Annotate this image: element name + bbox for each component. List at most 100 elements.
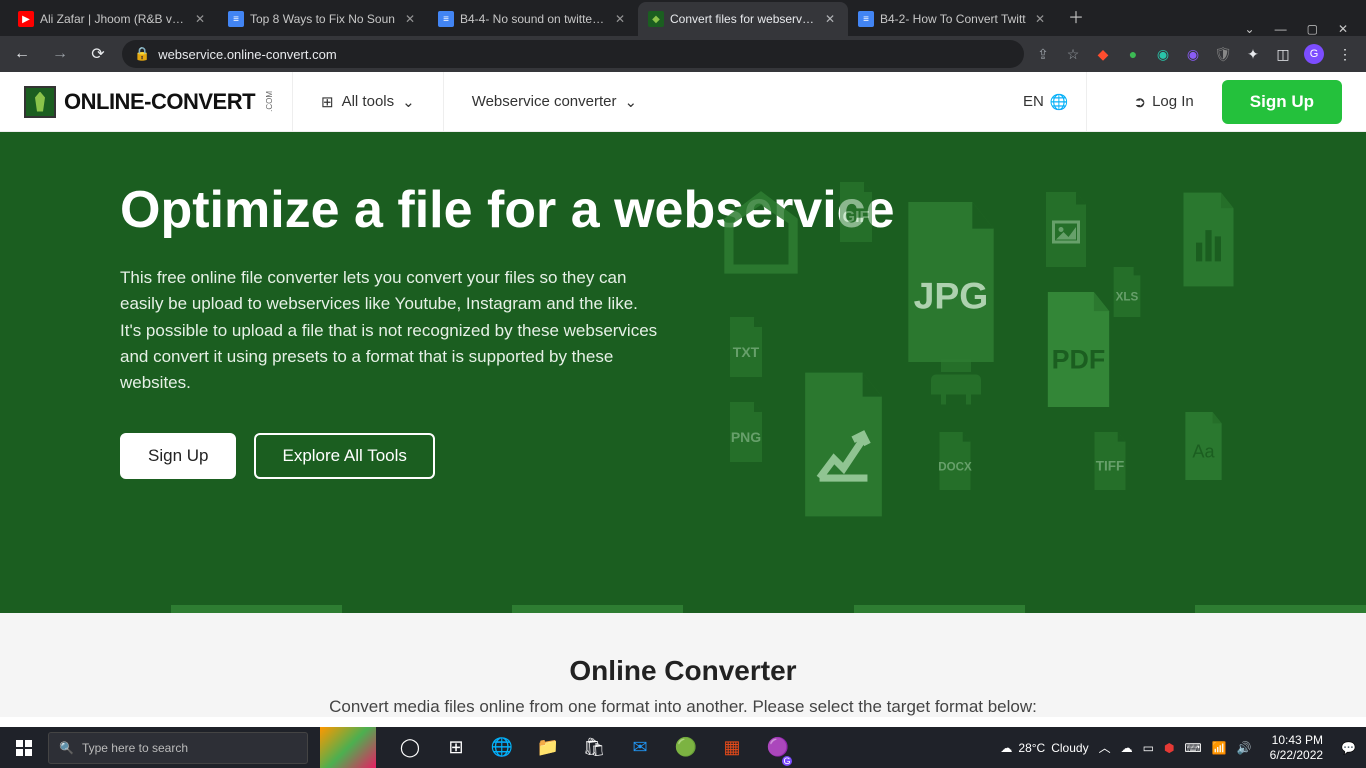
printer-icon	[926, 352, 986, 412]
globe-icon: 🌐	[1050, 93, 1069, 111]
youtube-icon: ▶	[18, 11, 34, 27]
tab-title: Ali Zafar | Jhoom (R&B versi	[40, 12, 186, 26]
svg-text:JPG: JPG	[914, 275, 989, 317]
onedrive-icon[interactable]: ☁	[1121, 741, 1133, 755]
shield-icon[interactable]: 🛡	[1214, 45, 1232, 63]
taskbar-search[interactable]: 🔍 Type here to search	[48, 732, 308, 764]
tab-0[interactable]: ▶ Ali Zafar | Jhoom (R&B versi ✕	[8, 2, 218, 36]
signup-button[interactable]: Sign Up	[1222, 80, 1342, 124]
edge-icon[interactable]: 🌐	[480, 727, 524, 768]
hero-explore-button[interactable]: Explore All Tools	[254, 433, 434, 479]
tab-title: Top 8 Ways to Fix No Soun	[250, 12, 396, 26]
omnibox[interactable]: 🔒 webservice.online-convert.com	[122, 40, 1024, 68]
bookmark-icon[interactable]: ☆	[1064, 45, 1082, 63]
divider	[443, 72, 444, 132]
nav-webservice[interactable]: Webservice converter ⌄	[462, 93, 647, 111]
close-icon[interactable]: ✕	[1032, 11, 1048, 27]
docs-icon: ≡	[228, 11, 244, 27]
nav-all-tools[interactable]: ⊞ All tools ⌄	[311, 93, 425, 111]
chrome2-icon[interactable]: 🟣G	[756, 727, 800, 768]
svg-text:TXT: TXT	[733, 344, 760, 360]
taskbar-widget-icon[interactable]	[320, 727, 376, 768]
tab-4[interactable]: ≡ B4-2- How To Convert Twitt ✕	[848, 2, 1058, 36]
weather-widget[interactable]: ☁ 28°C Cloudy	[1000, 741, 1088, 755]
tab-3[interactable]: ◆ Convert files for webservices ✕	[638, 2, 848, 36]
chevron-down-icon[interactable]: ⌄	[1245, 22, 1255, 36]
office-icon[interactable]: ▦	[710, 727, 754, 768]
login-icon: ➲	[1133, 93, 1146, 111]
logo-text: ONLINE-CONVERT	[64, 89, 255, 115]
page-content: ONLINE-CONVERT .COM ⊞ All tools ⌄ Webser…	[0, 72, 1366, 727]
system-tray: ☁ 28°C Cloudy ︿ ☁ ▭ ⬢ ⌨ 📶 🔊 10:43 PM 6/2…	[1000, 733, 1366, 762]
chevron-down-icon: ⌄	[624, 93, 637, 111]
section-body: Convert media files online from one form…	[0, 697, 1366, 717]
ext-teal-icon[interactable]: ◉	[1154, 45, 1172, 63]
hero-body: This free online file converter lets you…	[120, 265, 660, 397]
profile-icon[interactable]: G	[1304, 44, 1324, 64]
clock[interactable]: 10:43 PM 6/22/2022	[1262, 733, 1331, 762]
reload-button[interactable]: ⟳	[84, 40, 112, 68]
sidepanel-icon[interactable]: ◫	[1274, 45, 1292, 63]
docs-icon: ≡	[858, 11, 874, 27]
tab-1[interactable]: ≡ Top 8 Ways to Fix No Soun ✕	[218, 2, 428, 36]
close-icon[interactable]: ✕	[822, 11, 838, 27]
new-tab-button[interactable]: ＋	[1062, 2, 1090, 30]
weather-cond: Cloudy	[1051, 741, 1088, 755]
share-icon[interactable]: ⇪	[1034, 45, 1052, 63]
ext-red-icon[interactable]: ◆	[1094, 45, 1112, 63]
browser-tabs: ▶ Ali Zafar | Jhoom (R&B versi ✕ ≡ Top 8…	[8, 2, 1227, 36]
notifications-icon[interactable]: 💬	[1341, 741, 1356, 755]
svg-text:TIFF: TIFF	[1096, 459, 1125, 474]
maximize-icon[interactable]: ▢	[1307, 22, 1318, 36]
color-divider	[0, 605, 1366, 613]
extension-icons: ⇪ ☆ ◆ ● ◉ ◉ 🛡 ✦ ◫ G ⋮	[1034, 44, 1358, 64]
forward-button[interactable]: →	[46, 40, 74, 68]
menu-icon[interactable]: ⋮	[1336, 45, 1354, 63]
docs-icon: ≡	[438, 11, 454, 27]
site-logo[interactable]: ONLINE-CONVERT .COM	[24, 86, 274, 118]
lock-icon: 🔒	[134, 46, 150, 62]
keyboard-icon[interactable]: ⌨	[1184, 741, 1201, 755]
close-window-icon[interactable]: ✕	[1338, 22, 1348, 36]
meet-icon[interactable]: ▭	[1143, 741, 1154, 755]
explorer-icon[interactable]: 📁	[526, 727, 570, 768]
chrome-icon[interactable]: 🟢	[664, 727, 708, 768]
hero-signup-button[interactable]: Sign Up	[120, 433, 236, 479]
mail-icon[interactable]: ✉	[618, 727, 662, 768]
below-fold: Online Converter Convert media files onl…	[0, 613, 1366, 717]
ext-green-icon[interactable]: ●	[1124, 45, 1142, 63]
url-text: webservice.online-convert.com	[158, 47, 336, 62]
extensions-icon[interactable]: ✦	[1244, 45, 1262, 63]
close-icon[interactable]: ✕	[192, 11, 208, 27]
nav-label: All tools	[342, 93, 395, 110]
language-selector[interactable]: EN 🌐	[1023, 93, 1069, 111]
chevron-up-icon[interactable]: ︿	[1099, 739, 1111, 756]
close-icon[interactable]: ✕	[402, 11, 418, 27]
cortana-icon[interactable]: ◯	[388, 727, 432, 768]
chevron-down-icon: ⌄	[402, 93, 415, 111]
address-bar: ← → ⟳ 🔒 webservice.online-convert.com ⇪ …	[0, 36, 1366, 72]
file-chart-icon	[1171, 192, 1246, 287]
volume-icon[interactable]: 🔊	[1237, 741, 1252, 755]
wifi-icon[interactable]: 📶	[1212, 741, 1227, 755]
ext-purple-icon[interactable]: ◉	[1184, 45, 1202, 63]
security-icon[interactable]: ⬢	[1164, 741, 1174, 755]
site-header: ONLINE-CONVERT .COM ⊞ All tools ⌄ Webser…	[0, 72, 1366, 132]
file-txt-icon: TXT	[721, 317, 771, 377]
minimize-icon[interactable]: ―	[1275, 22, 1287, 36]
logo-mark-icon	[24, 86, 56, 118]
tab-title: B4-4- No sound on twitter vi	[460, 12, 606, 26]
start-button[interactable]	[0, 727, 48, 768]
login-link[interactable]: ➲ Log In	[1133, 93, 1193, 111]
tab-2[interactable]: ≡ B4-4- No sound on twitter vi ✕	[428, 2, 638, 36]
lang-label: EN	[1023, 93, 1044, 110]
file-png-icon: PNG	[721, 402, 771, 462]
file-pdf-icon: PDF	[1031, 292, 1126, 407]
back-button[interactable]: ←	[8, 40, 36, 68]
taskview-icon[interactable]: ⊞	[434, 727, 478, 768]
close-icon[interactable]: ✕	[612, 11, 628, 27]
hero-icons: GIF JPG TXT XLS PDF	[686, 162, 1286, 582]
file-gif-icon: GIF	[831, 182, 881, 242]
store-icon[interactable]: 🛍	[572, 727, 616, 768]
login-label: Log In	[1152, 93, 1194, 110]
